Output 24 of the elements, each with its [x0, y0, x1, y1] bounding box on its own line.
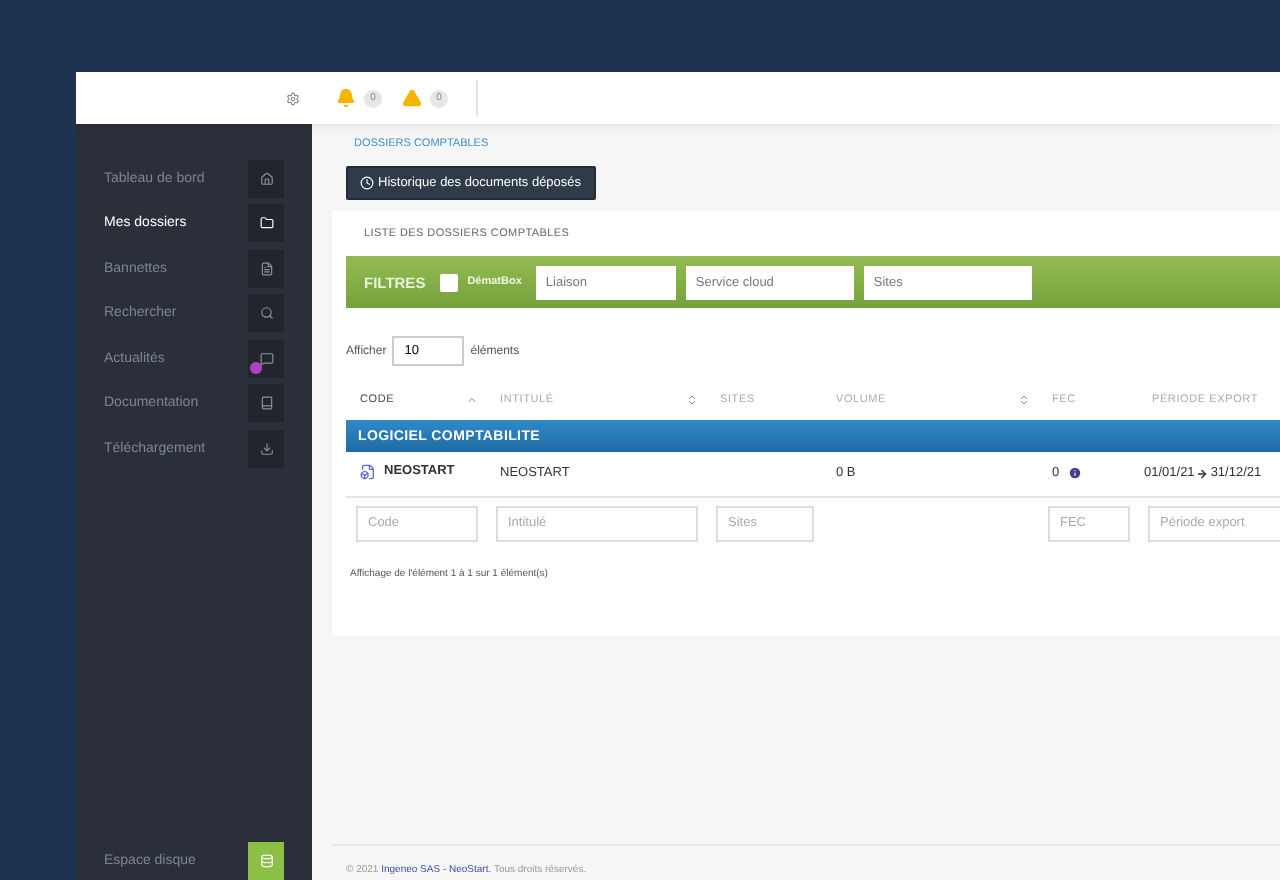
- arrow-right-icon: [1196, 467, 1209, 480]
- sidebar-icon-tile[interactable]: [248, 204, 284, 242]
- database-icon: [259, 853, 273, 867]
- disk-icon-tile[interactable]: [248, 841, 284, 879]
- download-icon: [259, 441, 273, 455]
- sidebar-icon-tile[interactable]: [248, 429, 284, 467]
- sidebar-icon-tile[interactable]: [248, 159, 284, 197]
- bell-icon[interactable]: [336, 88, 356, 108]
- folder-icon: [259, 216, 273, 230]
- home-icon: [259, 171, 273, 185]
- clock-icon: [360, 176, 374, 190]
- sidebar-icon-tile[interactable]: [248, 249, 284, 287]
- search-icon: [259, 306, 273, 320]
- checkbox[interactable]: [439, 273, 458, 291]
- info-icon[interactable]: [1067, 466, 1082, 481]
- sidebar-icon-tile[interactable]: [248, 339, 284, 377]
- settings-icon[interactable]: [286, 91, 300, 105]
- message-icon: [259, 351, 273, 365]
- file-icon: [360, 463, 376, 480]
- warning-icon[interactable]: [402, 88, 422, 108]
- document-icon: [259, 261, 273, 275]
- sidebar-icon-tile[interactable]: [248, 294, 284, 332]
- sidebar-icon-tile[interactable]: [248, 384, 284, 422]
- book-icon: [259, 396, 273, 410]
